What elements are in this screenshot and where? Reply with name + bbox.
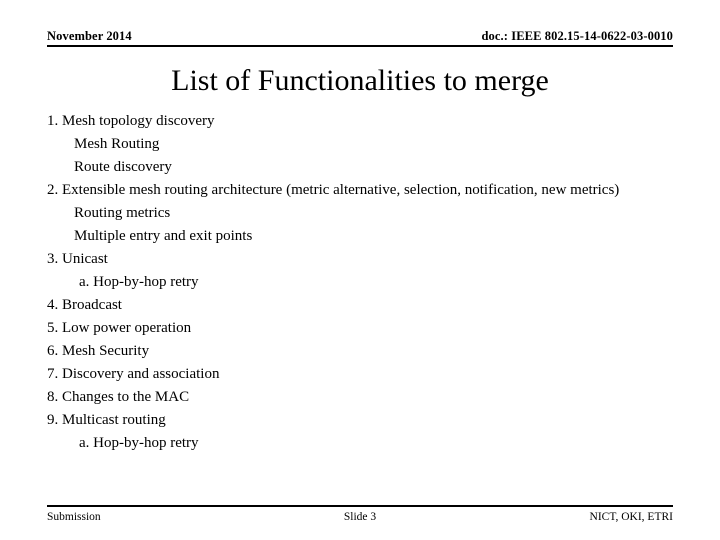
footer-affiliations: NICT, OKI, ETRI — [589, 511, 673, 523]
list-item: 3. Unicast — [47, 251, 108, 267]
list-item: Routing metrics — [74, 205, 171, 221]
slide: November 2014 doc.: IEEE 802.15-14-0622-… — [0, 0, 720, 540]
list-item: a. Hop-by-hop retry — [79, 435, 199, 451]
list-item: 2. Extensible mesh routing architecture … — [47, 182, 620, 198]
header-divider — [47, 45, 673, 47]
header-date: November 2014 — [47, 29, 132, 43]
list-item: Mesh Routing — [74, 136, 160, 152]
header-row: November 2014 doc.: IEEE 802.15-14-0622-… — [47, 29, 673, 44]
slide-title: List of Functionalities to merge — [171, 64, 549, 97]
footer-divider — [47, 505, 673, 507]
list-item: 5. Low power operation — [47, 320, 192, 336]
footer-slide-number: Slide 3 — [343, 511, 377, 523]
list-item: 8. Changes to the MAC — [47, 389, 190, 405]
footer-submission-label: Submission — [47, 511, 101, 523]
list-item: 4. Broadcast — [47, 297, 122, 313]
slide-footer: Submission Slide 3 NICT, OKI, ETRI — [47, 510, 673, 524]
header-doc-id: doc.: IEEE 802.15-14-0622-03-0010 — [481, 29, 673, 43]
list-item: Route discovery — [74, 159, 172, 175]
list-item: Multiple entry and exit points — [74, 228, 253, 244]
functionality-list: 1. Mesh topology discovery Mesh Routing Ro… — [47, 110, 647, 455]
list-item: 1. Mesh topology discovery — [47, 113, 215, 129]
list-item: a. Hop-by-hop retry — [79, 274, 199, 290]
list-item: 7. Discovery and association — [47, 366, 220, 382]
list-item: 6. Mesh Security — [47, 343, 150, 359]
list-item: 9. Multicast routing — [47, 412, 166, 428]
